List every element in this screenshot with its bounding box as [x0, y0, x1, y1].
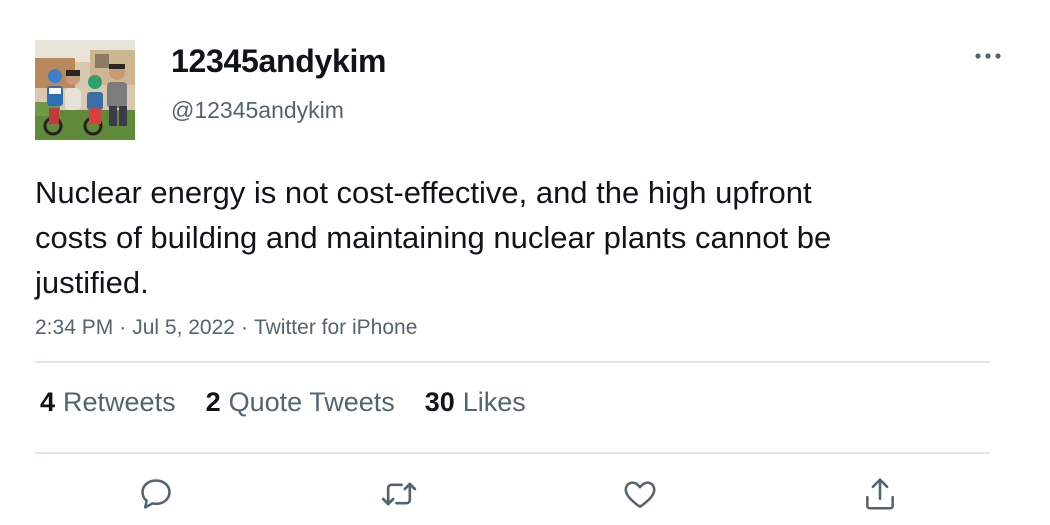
likes-label: Likes	[462, 387, 526, 417]
divider	[35, 361, 990, 363]
tweet-detail: 12345andykim @12345andykim Nuclear energ…	[0, 0, 1050, 525]
like-button[interactable]	[618, 472, 662, 516]
tweet-text: Nuclear energy is not cost-effective, an…	[35, 175, 832, 300]
reply-icon	[141, 479, 171, 509]
more-options-button[interactable]	[972, 44, 1004, 68]
display-name[interactable]: 12345andykim	[171, 43, 387, 80]
quote-tweets-count: 2	[205, 387, 221, 417]
retweet-icon	[381, 482, 417, 506]
divider	[35, 452, 990, 454]
tweet-source[interactable]: Twitter for iPhone	[254, 316, 417, 339]
user-handle[interactable]: @12345andykim	[171, 97, 344, 124]
tweet-date[interactable]: Jul 5, 2022	[132, 316, 235, 339]
retweets-stat[interactable]: 4 Retweets	[40, 387, 176, 418]
retweet-button[interactable]	[377, 472, 421, 516]
avatar-photo	[35, 40, 135, 140]
likes-stat[interactable]: 30 Likes	[425, 387, 526, 418]
tweet-stats: 4 Retweets 2 Quote Tweets 30 Likes	[40, 387, 556, 418]
avatar[interactable]	[35, 40, 135, 140]
likes-count: 30	[424, 387, 455, 417]
share-button[interactable]	[858, 472, 902, 516]
meta-separator: ·	[119, 316, 127, 339]
heart-icon	[624, 481, 656, 508]
quote-tweets-label: Quote Tweets	[228, 387, 395, 417]
tweet-metadata: 2:34 PM · Jul 5, 2022 · Twitter for iPhone	[35, 316, 417, 340]
more-icon	[975, 53, 1001, 59]
share-icon	[866, 478, 894, 510]
retweets-count: 4	[40, 387, 56, 417]
quote-tweets-stat[interactable]: 2 Quote Tweets	[206, 387, 395, 418]
action-bar	[0, 472, 1050, 520]
reply-button[interactable]	[134, 472, 178, 516]
tweet-time[interactable]: 2:34 PM	[35, 316, 113, 339]
meta-separator: ·	[240, 316, 248, 339]
retweets-label: Retweets	[63, 387, 176, 417]
